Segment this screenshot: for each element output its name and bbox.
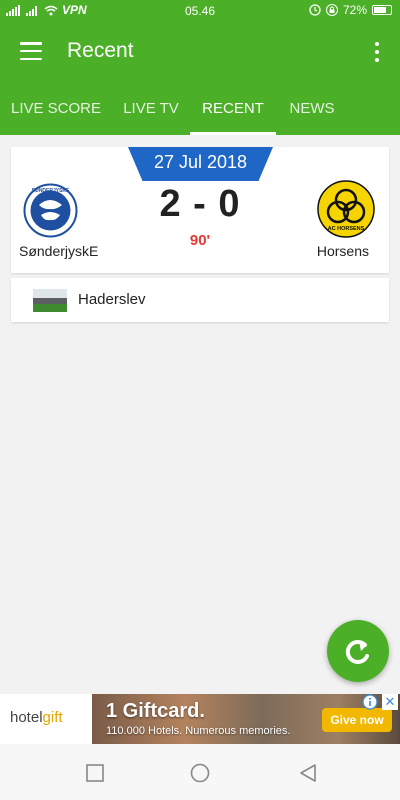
ad-brand-logo: hotelgift [10,709,63,726]
away-team-name: Horsens [316,243,369,259]
tab-recent[interactable]: RECENT [190,82,276,135]
ad-subline: 110.000 Hotels. Numerous memories. [106,725,291,737]
status-bar: VPN 05.46 72% [0,0,400,22]
system-nav-bar [0,744,400,800]
venue-row[interactable]: Haderslev [11,278,389,322]
ad-close-icon[interactable]: ✕ [382,694,398,710]
tab-live-tv[interactable]: LIVE TV [112,82,190,135]
status-right: 72% [309,3,392,17]
ad-image: 1 Giftcard. 110.000 Hotels. Numerous mem… [92,694,400,744]
tab-news[interactable]: NEWS [276,82,348,135]
home-icon[interactable] [190,763,210,783]
refresh-icon [345,639,369,664]
lock-icon [325,4,338,16]
ad-info-icon[interactable] [362,694,378,710]
ad-banner[interactable]: hotelgift 1 Giftcard. 110.000 Hotels. Nu… [0,694,400,744]
refresh-button[interactable] [327,620,389,682]
app-bar: Recent [0,22,400,82]
menu-icon[interactable] [20,42,42,60]
more-options-icon[interactable] [374,42,380,62]
match-date: 27 Jul 2018 [128,147,273,181]
page-title: Recent [67,39,134,62]
battery-percent: 72% [342,3,367,17]
away-team-logo-icon: AC HORSENS [317,180,375,238]
tab-live-score[interactable]: LIVE SCORE [0,82,112,135]
ad-cta-button[interactable]: Give now [322,708,392,732]
alarm-icon [309,4,321,16]
back-icon[interactable] [298,763,318,783]
match-card[interactable]: 27 Jul 2018 SØNDERJYSKE SønderjyskE 2 - … [11,147,389,273]
battery-icon [372,5,392,15]
svg-text:AC HORSENS: AC HORSENS [328,226,365,232]
tab-bar: LIVE SCORE LIVE TV RECENT NEWS [0,82,400,135]
recents-icon[interactable] [85,763,105,783]
ad-headline: 1 Giftcard. [106,700,205,722]
venue-name: Haderslev [78,291,146,308]
stadium-icon [33,289,67,312]
